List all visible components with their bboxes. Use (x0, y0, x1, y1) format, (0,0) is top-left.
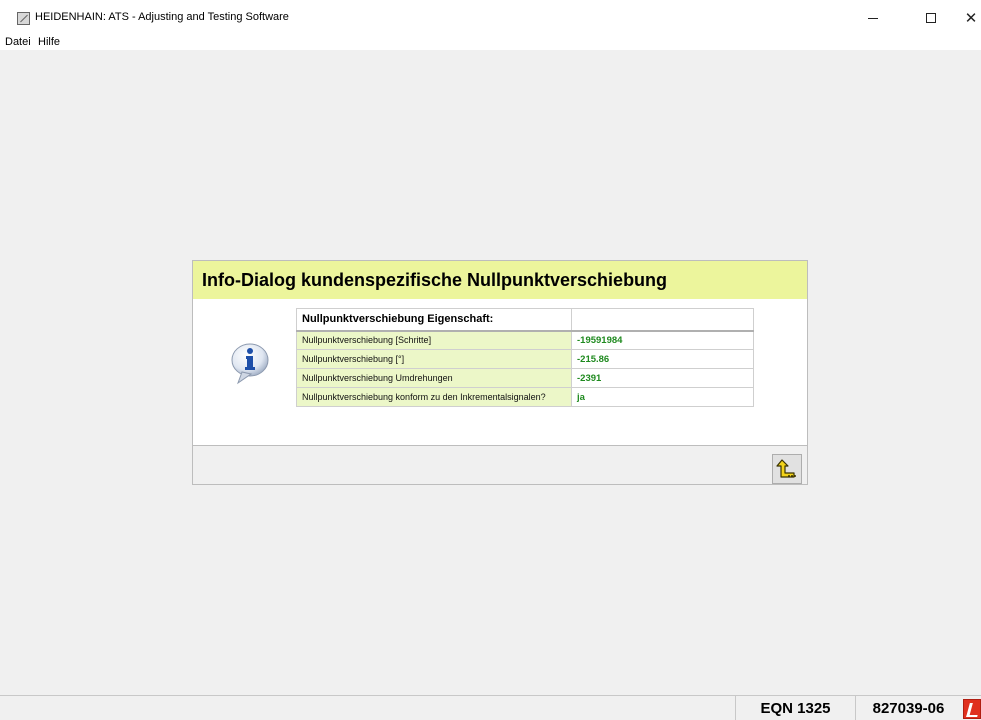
table-header-value (571, 308, 754, 332)
property-name: Nullpunktverschiebung [Schritte] (296, 330, 572, 350)
menu-item-hilfe[interactable]: Hilfe (38, 36, 60, 48)
menu-item-datei[interactable]: Datei (5, 36, 31, 48)
table-row: Nullpunktverschiebung konform zu den Ink… (296, 387, 754, 407)
status-device: EQN 1325 (735, 696, 855, 720)
maximize-icon (926, 13, 936, 23)
property-value: -215.86 (571, 349, 754, 369)
status-message-area (0, 696, 735, 720)
dialog-header: Info-Dialog kundenspezifische Nullpunktv… (193, 261, 807, 299)
property-name: Nullpunktverschiebung Umdrehungen (296, 368, 572, 388)
property-value: -19591984 (571, 330, 754, 350)
window-title: HEIDENHAIN: ATS - Adjusting and Testing … (35, 11, 289, 23)
minimize-icon (868, 17, 878, 19)
table-row: Nullpunktverschiebung Umdrehungen -2391 (296, 368, 754, 388)
table-row: Nullpunktverschiebung [°] -215.86 (296, 349, 754, 369)
info-dialog: Info-Dialog kundenspezifische Nullpunktv… (192, 260, 808, 485)
info-speech-bubble-icon (231, 343, 269, 385)
property-value: ja (571, 387, 754, 407)
dialog-title: Info-Dialog kundenspezifische Nullpunktv… (202, 270, 668, 290)
property-table: Nullpunktverschiebung Eigenschaft: Nullp… (296, 308, 754, 407)
status-bar: EQN 1325 827039-06 (0, 695, 981, 720)
status-id: 827039-06 (855, 696, 961, 720)
close-icon: ✕ (964, 9, 978, 27)
table-row: Nullpunktverschiebung [Schritte] -195919… (296, 330, 754, 350)
title-bar: HEIDENHAIN: ATS - Adjusting and Testing … (0, 0, 981, 34)
close-button[interactable]: ✕ (948, 5, 981, 31)
table-header-name: Nullpunktverschiebung Eigenschaft: (296, 308, 572, 332)
return-arrow-icon (776, 459, 796, 478)
back-button[interactable] (772, 454, 802, 484)
minimize-button[interactable] (850, 5, 896, 31)
table-header-row: Nullpunktverschiebung Eigenschaft: (296, 308, 754, 332)
property-name: Nullpunktverschiebung [°] (296, 349, 572, 369)
app-icon (17, 12, 30, 25)
property-value: -2391 (571, 368, 754, 388)
menu-bar: Datei Hilfe (0, 34, 981, 50)
property-name: Nullpunktverschiebung konform zu den Ink… (296, 387, 572, 407)
connection-status-icon[interactable] (963, 699, 981, 719)
dialog-footer (193, 445, 807, 484)
